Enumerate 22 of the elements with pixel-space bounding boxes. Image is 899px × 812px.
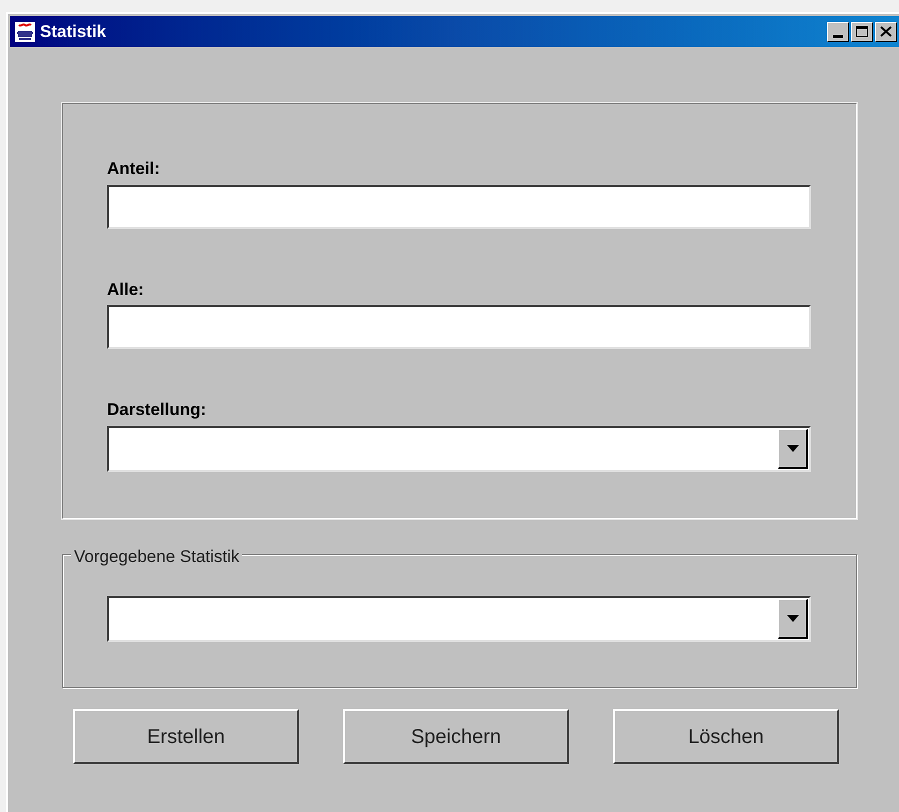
action-button[interactable]: Löschen <box>613 709 839 764</box>
dropdown-arrow-button[interactable] <box>778 599 808 639</box>
close-icon <box>880 26 892 37</box>
dropdown[interactable] <box>107 426 811 472</box>
dropdown-arrow-button[interactable] <box>778 428 808 468</box>
app-icon <box>14 20 36 42</box>
field-label: Anteil: <box>107 158 161 180</box>
caret-icon <box>786 615 798 622</box>
maximize-button[interactable] <box>851 22 873 42</box>
maximize-icon <box>856 26 868 37</box>
close-button[interactable] <box>875 22 897 42</box>
action-button[interactable]: Speichern <box>343 709 569 764</box>
minimize-icon <box>833 34 843 38</box>
field-label: Darstellung: <box>107 399 208 421</box>
action-button[interactable]: Erstellen <box>73 709 299 764</box>
field-label: Alle: <box>107 278 145 300</box>
minimize-button[interactable] <box>827 22 849 42</box>
dropdown[interactable] <box>107 596 811 642</box>
window-title: Statistik <box>40 20 106 43</box>
input-field[interactable] <box>107 184 811 228</box>
caret-icon <box>786 444 798 452</box>
input-field[interactable] <box>107 305 811 349</box>
